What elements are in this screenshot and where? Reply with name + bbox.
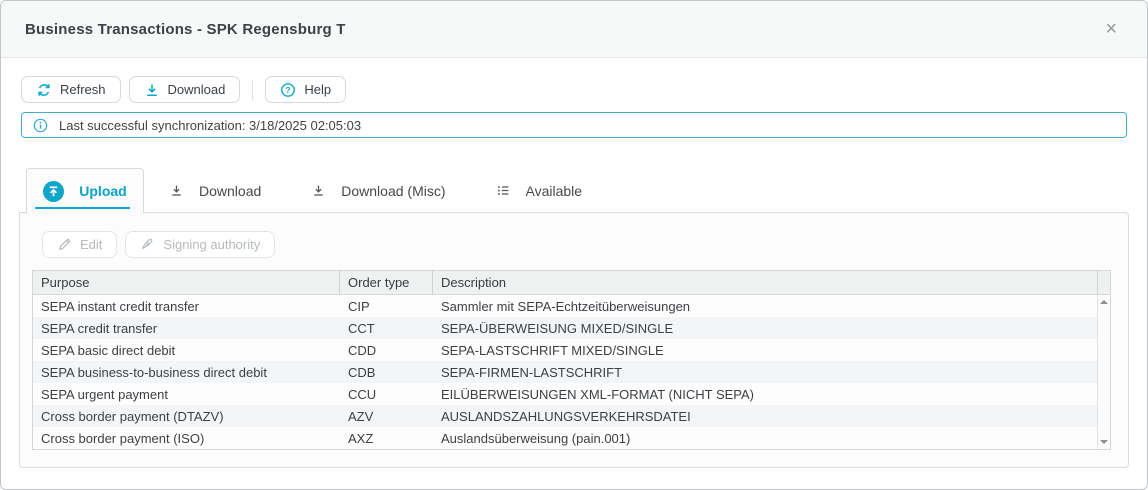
toolbar-separator (252, 80, 253, 100)
cell-description: SEPA-FIRMEN-LASTSCHRIFT (433, 361, 1097, 383)
cell-description: AUSLANDSZAHLUNGSVERKEHRSDATEI (433, 405, 1097, 427)
tab-download-misc[interactable]: Download (Misc) (286, 168, 470, 213)
column-header-order-type[interactable]: Order type (340, 271, 433, 294)
sync-info-bar: Last successful synchronization: 3/18/20… (21, 112, 1127, 138)
tab-container: Upload Download (19, 168, 1129, 468)
tab-download-misc-label: Download (Misc) (341, 183, 445, 199)
table-row[interactable]: SEPA urgent payment CCU EILÜBERWEISUNGEN… (33, 383, 1097, 405)
table-row[interactable]: Cross border payment (ISO) AXZ Auslandsü… (33, 427, 1097, 449)
help-button[interactable]: ? Help (265, 76, 346, 103)
scroll-down-icon[interactable] (1100, 440, 1108, 444)
scroll-up-icon[interactable] (1100, 300, 1108, 304)
download-button-label: Download (168, 82, 226, 97)
active-tab-underline (35, 207, 130, 209)
table-row[interactable]: SEPA instant credit transfer CIP Sammler… (33, 295, 1097, 317)
download-button[interactable]: Download (129, 76, 241, 103)
help-icon: ? (280, 82, 296, 98)
sync-info-text: Last successful synchronization: 3/18/20… (59, 118, 361, 133)
refresh-icon (36, 82, 52, 98)
pen-nib-icon (140, 237, 155, 252)
signing-authority-button-label: Signing authority (163, 237, 260, 252)
toolbar: Refresh Download ? Help (21, 76, 1127, 103)
tab-download[interactable]: Download (144, 168, 286, 213)
cell-order-type: CIP (340, 295, 433, 317)
download-icon (144, 82, 160, 98)
column-header-purpose[interactable]: Purpose (33, 271, 340, 294)
edit-button-label: Edit (80, 237, 102, 252)
cell-description: Sammler mit SEPA-Echtzeitüberweisungen (433, 295, 1097, 317)
column-header-description[interactable]: Description (433, 271, 1097, 294)
table-row[interactable]: SEPA basic direct debit CDD SEPA-LASTSCH… (33, 339, 1097, 361)
cell-purpose: SEPA credit transfer (33, 317, 340, 339)
column-header-spacer (1097, 271, 1110, 294)
upload-tab-panel: Edit Signing authority Purpose (19, 212, 1129, 468)
signing-authority-button[interactable]: Signing authority (125, 231, 275, 258)
edit-icon (57, 237, 72, 252)
cell-description: EILÜBERWEISUNGEN XML-FORMAT (NICHT SEPA) (433, 383, 1097, 405)
upload-circle-icon (43, 181, 64, 202)
refresh-button-label: Refresh (60, 82, 106, 97)
download-icon (311, 183, 326, 198)
close-icon[interactable]: × (1099, 17, 1123, 41)
table-header: Purpose Order type Description (33, 271, 1110, 295)
cell-order-type: CCT (340, 317, 433, 339)
svg-text:?: ? (286, 85, 291, 95)
cell-order-type: AZV (340, 405, 433, 427)
list-icon (496, 183, 511, 198)
tab-strip: Upload Download (19, 168, 1129, 213)
cell-description: SEPA-ÜBERWEISUNG MIXED/SINGLE (433, 317, 1097, 339)
cell-purpose: SEPA urgent payment (33, 383, 340, 405)
tab-download-label: Download (199, 183, 261, 199)
download-icon (169, 183, 184, 198)
table-action-row: Edit Signing authority (42, 231, 1128, 258)
tab-upload-label: Upload (79, 183, 126, 199)
help-button-label: Help (304, 82, 331, 97)
table-row[interactable]: SEPA business-to-business direct debit C… (33, 361, 1097, 383)
tab-available[interactable]: Available (471, 168, 608, 213)
cell-order-type: CDD (340, 339, 433, 361)
cell-purpose: Cross border payment (DTAZV) (33, 405, 340, 427)
cell-order-type: CDB (340, 361, 433, 383)
table-row[interactable]: SEPA credit transfer CCT SEPA-ÜBERWEISUN… (33, 317, 1097, 339)
refresh-button[interactable]: Refresh (21, 76, 121, 103)
cell-purpose: SEPA business-to-business direct debit (33, 361, 340, 383)
cell-purpose: SEPA basic direct debit (33, 339, 340, 361)
business-transactions-dialog: Business Transactions - SPK Regensburg T… (0, 0, 1148, 490)
dialog-title: Business Transactions - SPK Regensburg T (25, 21, 346, 38)
table-row[interactable]: Cross border payment (DTAZV) AZV AUSLAND… (33, 405, 1097, 427)
cell-description: Auslandsüberweisung (pain.001) (433, 427, 1097, 449)
edit-button[interactable]: Edit (42, 231, 117, 258)
tab-upload[interactable]: Upload (26, 168, 144, 213)
dialog-titlebar: Business Transactions - SPK Regensburg T… (1, 1, 1147, 58)
business-transactions-table: Purpose Order type Description SEPA inst… (32, 270, 1111, 450)
info-icon (33, 118, 48, 133)
tab-available-label: Available (526, 183, 583, 199)
table-body: SEPA instant credit transfer CIP Sammler… (33, 295, 1097, 449)
cell-description: SEPA-LASTSCHRIFT MIXED/SINGLE (433, 339, 1097, 361)
cell-purpose: Cross border payment (ISO) (33, 427, 340, 449)
cell-purpose: SEPA instant credit transfer (33, 295, 340, 317)
cell-order-type: CCU (340, 383, 433, 405)
table-scrollbar[interactable] (1097, 295, 1110, 449)
cell-order-type: AXZ (340, 427, 433, 449)
